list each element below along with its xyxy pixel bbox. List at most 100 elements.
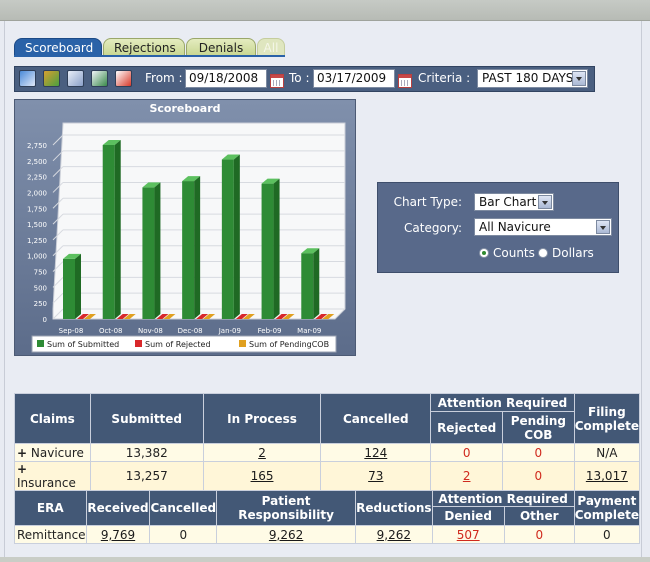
in-process-link[interactable]: 165	[251, 469, 274, 483]
chevron-down-icon[interactable]	[572, 71, 586, 86]
reductions-header: Reductions	[355, 490, 433, 526]
y-tick-label: 1,750	[27, 205, 47, 213]
from-calendar-icon[interactable]	[270, 74, 284, 88]
to-calendar-icon[interactable]	[398, 74, 412, 88]
excel-icon[interactable]	[91, 70, 108, 87]
bar-submitted	[221, 159, 234, 319]
expand-icon[interactable]: +	[17, 446, 27, 460]
bar-submitted	[182, 181, 195, 319]
counts-label: Counts	[493, 246, 535, 260]
cancelled-link[interactable]: 124	[364, 446, 387, 460]
toolbar: From : 09/18/2008 To : 03/17/2009 Criter…	[14, 66, 595, 92]
pending-cob-header: Pending COB	[502, 411, 575, 444]
table-row: + Navicure 13,382 2 124 0 0 N/A	[14, 443, 641, 462]
patient-responsibility-header: Patient Responsibility	[216, 490, 357, 526]
chart-options-panel: Chart Type: Bar Chart Category: All Navi…	[377, 182, 619, 273]
received-link[interactable]: 9,769	[101, 528, 135, 542]
y-tick-label: 1,000	[27, 253, 47, 261]
submitted-header: Submitted	[89, 393, 204, 444]
rejected-cell: 0	[430, 443, 504, 462]
filing-complete-link[interactable]: 13,017	[586, 469, 628, 483]
received-header: Received	[85, 490, 151, 526]
criteria-value: PAST 180 DAYS	[482, 71, 574, 85]
y-tick-label: 2,000	[27, 189, 47, 197]
claims-header: Claims	[14, 393, 91, 444]
legend-label: Sum of PendingCOB	[249, 340, 329, 349]
era-cancelled-header: Cancelled	[149, 490, 218, 526]
category-label: Category:	[404, 221, 462, 235]
pdf-icon[interactable]	[115, 70, 132, 87]
chevron-down-icon[interactable]	[538, 195, 552, 209]
row-name: Remittance	[14, 525, 87, 544]
y-tick-label: 1,500	[27, 221, 47, 229]
criteria-label: Criteria :	[418, 71, 471, 85]
chart-type-value: Bar Chart	[479, 195, 537, 209]
cancelled-link[interactable]: 73	[368, 469, 383, 483]
bar-submitted-side	[75, 253, 81, 319]
legend-swatch	[239, 340, 246, 347]
filing-complete-cell: N/A	[573, 443, 641, 462]
legend-swatch	[135, 340, 142, 347]
cancelled-header: Cancelled	[320, 393, 432, 444]
tab-denials[interactable]: Denials	[186, 38, 256, 56]
dollars-radio[interactable]	[538, 248, 548, 258]
table-row: + Insurance 13,257 165 73 2 0 13,017	[14, 461, 641, 491]
era-header: ERA	[14, 490, 87, 526]
to-label: To :	[289, 71, 310, 85]
window-bottom-bar	[0, 557, 650, 562]
export-icon[interactable]	[19, 70, 36, 87]
y-tick-label: 2,500	[27, 158, 47, 166]
denied-link[interactable]: 507	[457, 528, 480, 542]
in-process-link[interactable]: 2	[258, 446, 266, 460]
y-tick-label: 0	[43, 316, 47, 324]
bar-submitted	[142, 187, 155, 319]
category-select[interactable]: All Navicure	[474, 218, 612, 236]
tab-scoreboard[interactable]: Scoreboard	[14, 38, 102, 56]
counts-radio[interactable]	[479, 248, 489, 258]
to-date-input[interactable]: 03/17/2009	[313, 69, 395, 88]
bar-submitted-side	[273, 178, 280, 319]
reductions-link[interactable]: 9,262	[377, 528, 411, 542]
filing-complete-header: Filing Complete	[573, 393, 641, 444]
tab-all[interactable]: All	[257, 38, 285, 56]
chart-icon[interactable]	[43, 70, 60, 87]
row-name: Navicure	[30, 445, 84, 460]
category-value: All Navicure	[479, 220, 551, 234]
y-tick-label: 750	[34, 269, 47, 277]
table-row: Remittance 9,769 0 9,262 9,262 507 0 0	[14, 525, 641, 544]
legend-label: Sum of Submitted	[47, 340, 119, 349]
era-cancelled-cell: 0	[149, 525, 218, 544]
chart-type-select[interactable]: Bar Chart	[474, 193, 554, 211]
row-name: Insurance	[17, 476, 76, 490]
bar-submitted-side	[313, 248, 320, 319]
rejected-link[interactable]: 2	[463, 469, 471, 483]
patient-responsibility-link[interactable]: 9,262	[269, 528, 303, 542]
y-tick-label: 1,250	[27, 237, 47, 245]
expand-icon[interactable]: +	[17, 462, 27, 476]
x-tick-label: Jan-09	[218, 327, 241, 335]
x-tick-label: Dec-08	[178, 327, 203, 335]
submitted-cell: 13,382	[89, 443, 204, 462]
payment-complete-cell: 0	[573, 525, 641, 544]
x-tick-label: Nov-08	[138, 327, 163, 335]
filter-icon[interactable]	[67, 70, 84, 87]
legend-label: Sum of Rejected	[145, 340, 211, 349]
x-tick-label: Feb-09	[258, 327, 282, 335]
bar-submitted	[261, 183, 274, 319]
chevron-down-icon[interactable]	[596, 220, 610, 234]
window-top-bar	[0, 0, 650, 21]
bar-submitted	[63, 258, 75, 319]
bar-submitted-side	[233, 154, 240, 319]
y-tick-label: 250	[34, 300, 47, 308]
y-tick-label: 500	[34, 284, 47, 292]
chart-type-label: Chart Type:	[393, 195, 462, 209]
from-date-input[interactable]: 09/18/2008	[185, 69, 267, 88]
scoreboard-chart: Scoreboard 0 250 500 750 1,000 1,250 1,500 1,750…	[14, 99, 356, 356]
criteria-select[interactable]: PAST 180 DAYS	[477, 69, 588, 88]
from-label: From :	[145, 71, 183, 85]
bar-submitted-side	[194, 176, 201, 319]
bar-submitted-side	[154, 182, 161, 319]
x-tick-label: Mar-09	[297, 327, 321, 335]
tab-rejections[interactable]: Rejections	[103, 38, 185, 56]
x-tick-label: Oct-08	[99, 327, 123, 335]
